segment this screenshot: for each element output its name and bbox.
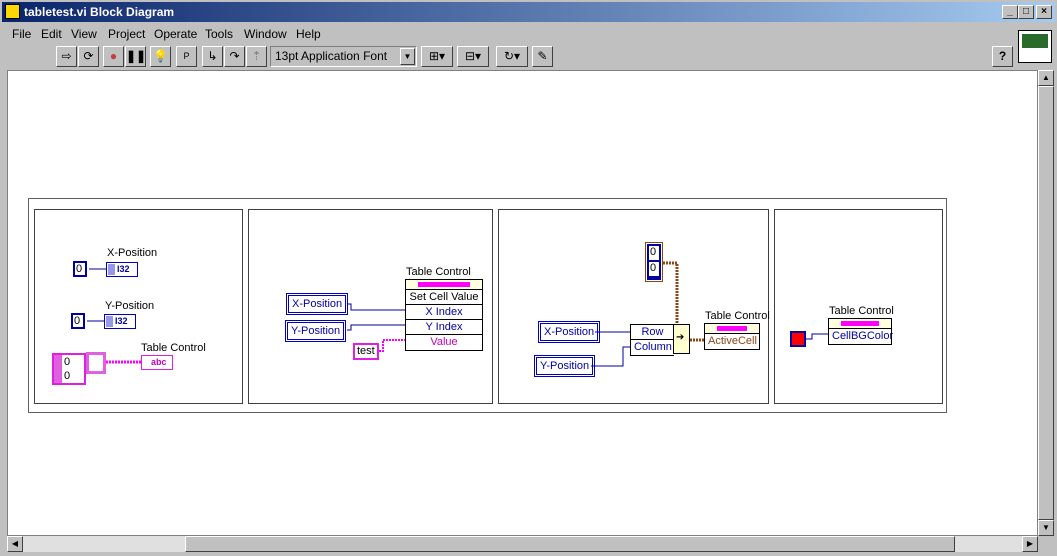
vi-connector-icon[interactable] — [1018, 30, 1052, 63]
scroll-down-icon[interactable]: ▼ — [1038, 520, 1054, 536]
vertical-scroll-thumb[interactable] — [1038, 86, 1054, 520]
title-bar: tabletest.vi Block Diagram _ □ × — [2, 2, 1055, 22]
vi-icon — [5, 4, 20, 19]
cleanup-icon[interactable]: ✎ — [532, 46, 553, 67]
horizontal-scroll-thumb[interactable] — [185, 536, 955, 552]
scroll-up-icon[interactable]: ▲ — [1038, 70, 1054, 86]
wires — [806, 333, 828, 340]
help-button[interactable]: ? — [992, 46, 1013, 67]
chevron-down-icon[interactable]: ▼ — [400, 48, 415, 65]
block-diagram-canvas[interactable]: X-Position 0 I32 Y-Position 0 I32 Table … — [7, 70, 1038, 536]
wires — [591, 261, 704, 367]
run-continuously-icon[interactable]: ⟳ — [78, 46, 99, 67]
abort-icon[interactable]: ● — [103, 46, 124, 67]
retain-wire-values-icon[interactable]: P — [176, 46, 197, 67]
menu-view[interactable]: View — [71, 27, 97, 41]
menu-edit[interactable]: Edit — [41, 27, 62, 41]
reorder-icon[interactable]: ↻▾ — [496, 46, 528, 67]
sequence-frame-3: 0 0 X-Position Y-Position Row Column ➔ T… — [498, 209, 770, 404]
font-dropdown-value: 13pt Application Font — [275, 49, 388, 63]
toolbar: ⇨ ⟳ ● ❚❚ 💡 P ↳ ↷ ⇡ 13pt Application Font… — [2, 44, 1013, 68]
menu-operate[interactable]: Operate — [154, 27, 197, 41]
font-dropdown[interactable]: 13pt Application Font ▼ — [270, 46, 417, 67]
minimize-button[interactable]: _ — [1002, 5, 1018, 19]
vertical-scrollbar[interactable]: ▲ ▼ — [1038, 70, 1054, 536]
scroll-right-icon[interactable]: ▶ — [1022, 536, 1038, 552]
flat-sequence-structure[interactable]: X-Position 0 I32 Y-Position 0 I32 Table … — [28, 198, 947, 413]
wires — [87, 268, 141, 364]
step-over-icon[interactable]: ↷ — [224, 46, 245, 67]
maximize-button[interactable]: □ — [1018, 5, 1034, 19]
sequence-frame-2: X-Position Y-Position test Table Control… — [248, 209, 493, 404]
sequence-frame-1: X-Position 0 I32 Y-Position 0 I32 Table … — [34, 209, 243, 404]
highlight-execution-icon[interactable]: 💡 — [150, 46, 171, 67]
close-button[interactable]: × — [1036, 5, 1052, 19]
menu-window[interactable]: Window — [244, 27, 287, 41]
menu-help[interactable]: Help — [296, 27, 321, 41]
menu-file[interactable]: File — [12, 27, 31, 41]
window-title: tabletest.vi Block Diagram — [24, 5, 175, 19]
wires — [347, 303, 405, 352]
menu-project[interactable]: Project — [108, 27, 145, 41]
menu-tools[interactable]: Tools — [205, 27, 233, 41]
sequence-frame-4: Table Control CellBGColor — [774, 209, 943, 404]
align-objects-icon[interactable]: ⊞▾ — [421, 46, 453, 67]
menu-bar: File Edit View Project Operate Tools Win… — [2, 24, 1012, 43]
step-into-icon[interactable]: ↳ — [202, 46, 223, 67]
horizontal-scrollbar[interactable]: ◀ ▶ — [7, 536, 1038, 552]
run-arrow-icon[interactable]: ⇨ — [56, 46, 77, 67]
scroll-left-icon[interactable]: ◀ — [7, 536, 23, 552]
distribute-objects-icon[interactable]: ⊟▾ — [457, 46, 489, 67]
pause-icon[interactable]: ❚❚ — [125, 46, 146, 67]
step-out-icon[interactable]: ⇡ — [246, 46, 267, 67]
